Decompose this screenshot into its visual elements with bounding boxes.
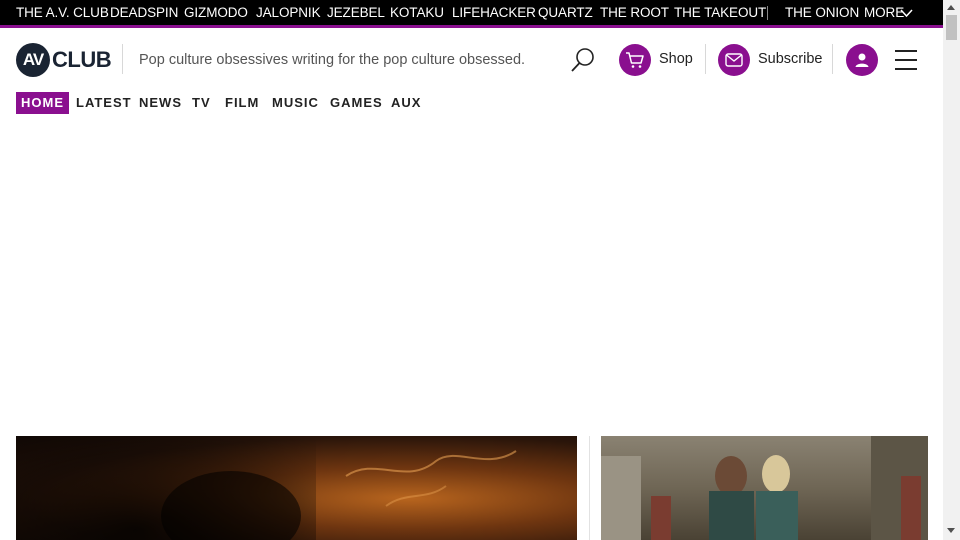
ad-placeholder bbox=[0, 120, 943, 420]
network-link-the-takeout[interactable]: THE TAKEOUT bbox=[674, 5, 766, 20]
scrollbar-thumb[interactable] bbox=[946, 15, 957, 40]
shop-button[interactable] bbox=[619, 44, 651, 76]
nav-item-games[interactable]: GAMES bbox=[330, 92, 383, 114]
user-icon bbox=[855, 53, 869, 67]
account-button[interactable] bbox=[846, 44, 878, 76]
network-link-lifehacker[interactable]: LIFEHACKER bbox=[452, 5, 536, 20]
mail-icon bbox=[725, 53, 743, 67]
more-networks-button[interactable]: MORE bbox=[864, 5, 904, 20]
header-divider bbox=[705, 44, 706, 74]
image-texture bbox=[161, 450, 517, 540]
cart-icon bbox=[626, 52, 644, 68]
header-divider bbox=[122, 44, 123, 74]
secondary-article-image[interactable] bbox=[601, 436, 928, 540]
hamburger-icon[interactable] bbox=[895, 50, 917, 70]
nav-item-music[interactable]: MUSIC bbox=[272, 92, 319, 114]
avclub-logo[interactable]: AV CLUB bbox=[16, 43, 112, 77]
network-link-jalopnik[interactable]: JALOPNIK bbox=[256, 5, 321, 20]
network-divider bbox=[767, 6, 768, 20]
nav-item-aux[interactable]: AUX bbox=[391, 92, 421, 114]
subscribe-button[interactable] bbox=[718, 44, 750, 76]
featured-article-image[interactable] bbox=[16, 436, 577, 540]
site-tagline: Pop culture obsessives writing for the p… bbox=[139, 52, 526, 68]
header-divider bbox=[832, 44, 833, 74]
shop-label[interactable]: Shop bbox=[659, 51, 693, 67]
page-scrollbar[interactable] bbox=[943, 0, 960, 540]
network-link-the-root[interactable]: THE ROOT bbox=[600, 5, 669, 20]
network-link-quartz[interactable]: QUARTZ bbox=[538, 5, 593, 20]
network-link-kotaku[interactable]: KOTAKU bbox=[390, 5, 444, 20]
scroll-up-icon[interactable] bbox=[947, 5, 955, 10]
chevron-down-icon[interactable] bbox=[900, 6, 913, 24]
scroll-down-icon[interactable] bbox=[947, 528, 955, 533]
image-texture bbox=[601, 436, 928, 540]
network-link-gizmodo[interactable]: GIZMODO bbox=[184, 5, 248, 20]
network-bar: THE A.V. CLUB DEADSPIN GIZMODO JALOPNIK … bbox=[0, 0, 943, 25]
nav-item-tv[interactable]: TV bbox=[192, 92, 211, 114]
network-link-deadspin[interactable]: DEADSPIN bbox=[110, 5, 178, 20]
nav-item-latest[interactable]: LATEST bbox=[76, 92, 132, 114]
subscribe-label[interactable]: Subscribe bbox=[758, 51, 822, 67]
network-link-jezebel[interactable]: JEZEBEL bbox=[327, 5, 385, 20]
nav-item-news[interactable]: NEWS bbox=[139, 92, 182, 114]
network-link-the-onion[interactable]: THE ONION bbox=[785, 5, 859, 20]
nav-item-film[interactable]: FILM bbox=[225, 92, 259, 114]
network-link-avclub[interactable]: THE A.V. CLUB bbox=[16, 5, 109, 20]
site-header: AV CLUB Pop culture obsessives writing f… bbox=[0, 28, 943, 90]
column-divider bbox=[589, 436, 590, 540]
logo-av-mark: AV bbox=[16, 43, 50, 77]
nav-item-home[interactable]: HOME bbox=[16, 92, 69, 114]
logo-wordmark: CLUB bbox=[52, 47, 112, 72]
search-icon[interactable] bbox=[569, 46, 597, 74]
